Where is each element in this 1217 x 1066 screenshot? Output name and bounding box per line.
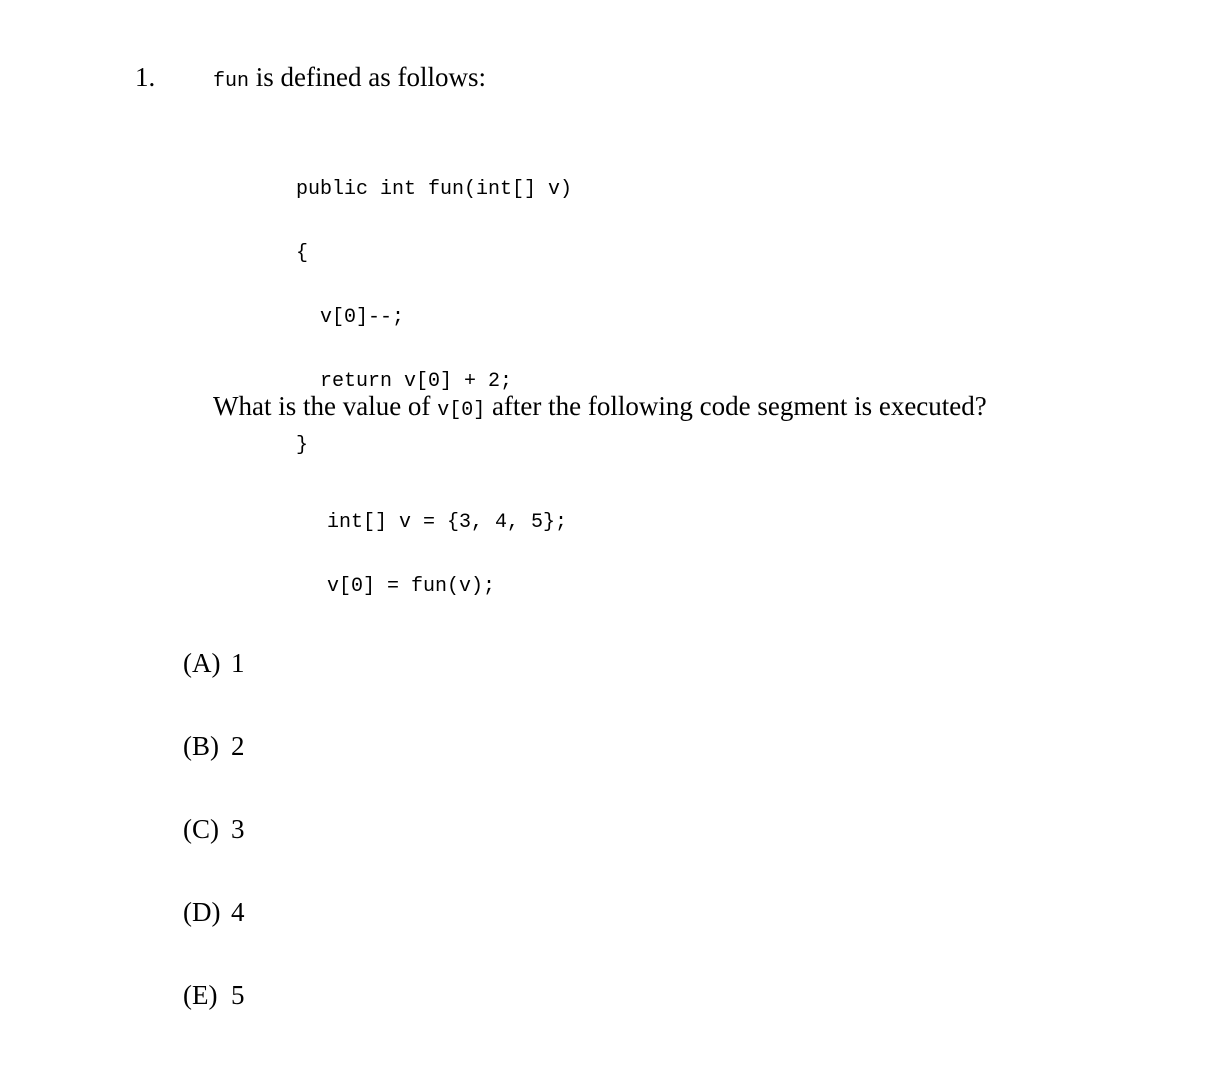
question-number: 1. — [135, 62, 156, 92]
code-line: v[0] = fun(v); — [327, 575, 496, 598]
code-line: { — [296, 242, 309, 265]
choice-value: 2 — [231, 731, 245, 761]
code-line: int[] v = {3, 4, 5}; — [327, 511, 568, 534]
code-line: v[0]--; — [296, 306, 405, 329]
prompt-before: What is the value of — [213, 391, 438, 421]
choice-value: 3 — [231, 814, 245, 844]
choice-value: 5 — [231, 980, 245, 1010]
choice-value: 1 — [231, 648, 245, 678]
choice-b: (B) 2 — [183, 733, 245, 762]
choice-letter: (E) — [183, 980, 218, 1010]
choice-letter: (D) — [183, 897, 221, 927]
document-page: 1. fun is defined as follows: public int… — [0, 0, 1217, 1009]
prompt-code: v[0] — [437, 399, 486, 422]
choice-c: (C) 3 — [183, 816, 245, 845]
prompt-after: after the following code segment is exec… — [485, 391, 987, 421]
choice-letter: (A) — [183, 648, 221, 678]
choice-letter: (B) — [183, 731, 219, 761]
question-prompt: What is the value of v[0] after the foll… — [213, 393, 987, 421]
intro-code: fun — [213, 70, 250, 93]
choice-value: 4 — [231, 897, 245, 927]
question-intro: fun is defined as follows: — [213, 64, 486, 92]
intro-text: is defined as follows: — [249, 62, 486, 92]
method-code-block: public int fun(int[] v) { v[0]--; return… — [296, 140, 572, 500]
answer-choices: (A) 1 (B) 2 (C) 3 (D) 4 (E) 5 — [183, 596, 245, 1065]
code-line: public int fun(int[] v) — [296, 178, 573, 201]
choice-e: (E) 5 — [183, 982, 245, 1011]
segment-code-block: int[] v = {3, 4, 5}; v[0] = fun(v); — [327, 473, 567, 641]
choice-d: (D) 4 — [183, 899, 245, 928]
choice-letter: (C) — [183, 814, 219, 844]
code-line: } — [296, 434, 309, 457]
